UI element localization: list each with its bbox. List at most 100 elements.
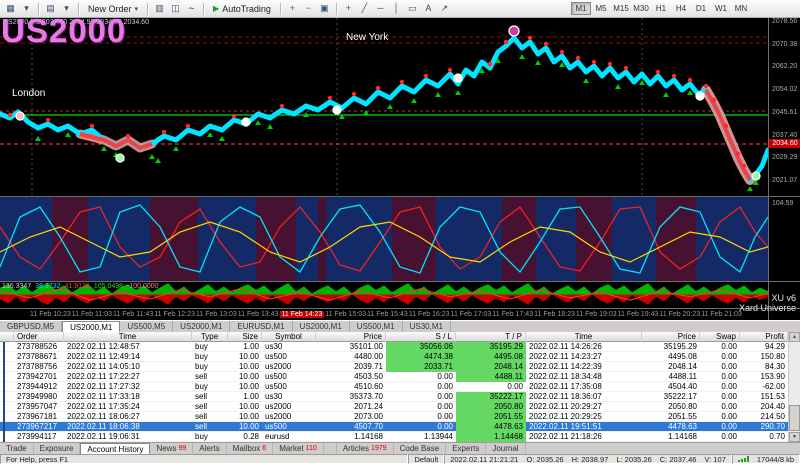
- col-profit[interactable]: Profit: [740, 332, 788, 342]
- buy-arrows: [35, 54, 759, 191]
- chart-tab-us2000-m1-3[interactable]: US2000,M1: [293, 321, 350, 332]
- col-swap[interactable]: Swap: [700, 332, 740, 342]
- table-row[interactable]: 2739427012022.02.11 17:22:27sell10.00us5…: [0, 372, 800, 382]
- tab-news[interactable]: News99: [150, 443, 193, 454]
- tab-exposure[interactable]: Exposure: [34, 443, 81, 454]
- timeframe-w1[interactable]: W1: [711, 2, 731, 15]
- time-axis[interactable]: 11 Feb 10:23 11 Feb 11:03 11 Feb 11:43 1…: [0, 308, 768, 320]
- col-size[interactable]: Size: [228, 332, 262, 342]
- trendline-icon[interactable]: ╱: [357, 2, 372, 15]
- table-row-selected[interactable]: 2739672172022.02.11 18:06:38sell10.00us5…: [0, 422, 800, 432]
- scroll-up-icon[interactable]: ▲: [789, 332, 800, 342]
- col-open-price[interactable]: Price: [316, 332, 386, 342]
- text-label-icon[interactable]: A: [421, 2, 436, 15]
- col-sl[interactable]: S / L: [386, 332, 456, 342]
- table-row[interactable]: 2739570472022.02.11 17:35:24sell10.00us2…: [0, 402, 800, 412]
- autotrading-label: AutoTrading: [222, 4, 271, 14]
- timeframe-m15[interactable]: M15: [611, 2, 631, 15]
- chart-window[interactable]: US2000,M1 2034.70 2034.95 2034.60 2034.6…: [0, 18, 800, 320]
- play-icon: ▶: [213, 4, 219, 13]
- newyork-session-label: New York: [346, 32, 388, 43]
- table-row[interactable]: 2739499802022.02.11 17:33:18sell1.00us30…: [0, 392, 800, 402]
- chart-tab-us2000-m1-2[interactable]: US2000,M1: [173, 321, 230, 332]
- timeframe-m30[interactable]: M30: [631, 2, 651, 15]
- table-row[interactable]: 2737887562022.02.11 14:05:10buy10.00us20…: [0, 362, 800, 372]
- tab-signals[interactable]: [324, 443, 337, 454]
- col-close-price[interactable]: Price: [642, 332, 700, 342]
- autotrading-button[interactable]: ▶ AutoTrading: [208, 2, 276, 16]
- price-ribbon: [0, 38, 768, 180]
- oscillator-indicator-pane[interactable]: [0, 197, 768, 281]
- timeframe-d1[interactable]: D1: [691, 2, 711, 15]
- chart-tab-us500-m5[interactable]: US500,M5: [120, 321, 173, 332]
- timeframe-mn[interactable]: MN: [731, 2, 751, 15]
- order-icon: [3, 402, 5, 412]
- table-scrollbar[interactable]: ▲ ▼: [788, 332, 800, 442]
- table-row[interactable]: 2739941172022.02.11 19:06:31buy0.28eurus…: [0, 432, 800, 442]
- status-bar: For Help, press F1 Default 2022.02.11 21…: [0, 454, 800, 464]
- chart-tab-gbpusd-m5[interactable]: GBPUSD,M5: [0, 321, 62, 332]
- tab-code-base[interactable]: Code Base: [394, 443, 447, 454]
- mailbox-badge: 6: [262, 445, 266, 452]
- articles-badge: 1979: [371, 445, 387, 452]
- table-header-row: Order Time Type Size Symbol Price S / L …: [0, 332, 800, 342]
- chart-tab-eurusd-m1[interactable]: EURUSD,M1: [230, 321, 292, 332]
- line-chart-icon[interactable]: ∼: [184, 2, 199, 15]
- market-badge: 110: [306, 445, 317, 452]
- status-profile[interactable]: Default: [408, 454, 444, 464]
- chevron-down-icon: ▾: [135, 5, 139, 13]
- current-price-tag: 2034.60: [769, 139, 800, 148]
- tab-articles[interactable]: Articles1979: [337, 443, 394, 454]
- order-icon: [3, 352, 5, 362]
- vertical-line-icon[interactable]: │: [389, 2, 404, 15]
- order-icon: [3, 372, 5, 382]
- chart-tab-us500-m1[interactable]: US500,M1: [350, 321, 403, 332]
- bar-chart-icon[interactable]: ▥: [152, 2, 167, 15]
- col-order[interactable]: Order: [14, 332, 64, 342]
- order-icon: [3, 362, 5, 372]
- tab-experts[interactable]: Experts: [446, 443, 486, 454]
- col-type[interactable]: Type: [192, 332, 228, 342]
- tab-journal[interactable]: Journal: [486, 443, 525, 454]
- table-row[interactable]: 2737885262022.02.11 12:48:57buy1.00us303…: [0, 342, 800, 352]
- london-session-label: London: [12, 88, 45, 99]
- timeframe-toolbar: M1 M5 M15 M30 H1 H4 D1 W1 MN: [571, 2, 751, 15]
- table-row[interactable]: 2739671812022.02.11 18:06:27sell10.00us2…: [0, 412, 800, 422]
- zoom-out-icon[interactable]: −: [301, 2, 316, 15]
- timeframe-m5[interactable]: M5: [591, 2, 611, 15]
- col-tp[interactable]: T / P: [456, 332, 526, 342]
- chart-tab-us2000-m1-active[interactable]: US2000,M1: [62, 321, 120, 332]
- connection-bars-icon: [738, 456, 749, 462]
- tab-alerts[interactable]: Alerts: [193, 443, 226, 454]
- candlestick-chart-icon[interactable]: ◫: [168, 2, 183, 15]
- timeframe-h4[interactable]: H4: [671, 2, 691, 15]
- col-close-time[interactable]: Time: [526, 332, 642, 342]
- arrow-object-icon[interactable]: ↗: [437, 2, 452, 15]
- xard-universe-watermark: XU v6 Xard Universe: [739, 294, 796, 314]
- table-row[interactable]: 2739449122022.02.11 17:27:32buy10.00us50…: [0, 382, 800, 392]
- crosshair-icon[interactable]: +: [341, 2, 356, 15]
- price-scale[interactable]: 2078.56 2070.38 2062.20 2054.02 2045.61 …: [768, 18, 800, 320]
- scrollbar-thumb[interactable]: [789, 405, 800, 431]
- tab-trade[interactable]: Trade: [0, 443, 34, 454]
- col-symbol[interactable]: Symbol: [262, 332, 316, 342]
- horizontal-line-icon[interactable]: ─: [373, 2, 388, 15]
- tab-account-history[interactable]: Account History: [80, 443, 150, 454]
- tile-windows-icon[interactable]: ▣: [317, 2, 332, 15]
- col-open-time[interactable]: Time: [64, 332, 192, 342]
- status-help: For Help, press F1: [0, 454, 408, 464]
- order-icon: [3, 382, 5, 392]
- oscillator-drawing: [0, 197, 768, 281]
- timeframe-h1[interactable]: H1: [651, 2, 671, 15]
- tab-market[interactable]: Market110: [273, 443, 324, 454]
- highlighted-time-label: 11 Feb 14:23: [280, 311, 325, 318]
- terminal-tab-bar: Trade Exposure Account History News99 Al…: [0, 442, 800, 454]
- timeframe-m1[interactable]: M1: [571, 2, 591, 15]
- rectangle-icon[interactable]: ▭: [405, 2, 420, 15]
- zoom-in-icon[interactable]: +: [285, 2, 300, 15]
- scroll-down-icon[interactable]: ▼: [789, 432, 800, 442]
- chart-tab-us30-m1[interactable]: US30,M1: [403, 321, 451, 332]
- tab-mailbox[interactable]: Mailbox6: [227, 443, 273, 454]
- table-row[interactable]: 2737886712022.02.11 12:49:14buy10.00us50…: [0, 352, 800, 362]
- account-history-table: Order Time Type Size Symbol Price S / L …: [0, 332, 800, 442]
